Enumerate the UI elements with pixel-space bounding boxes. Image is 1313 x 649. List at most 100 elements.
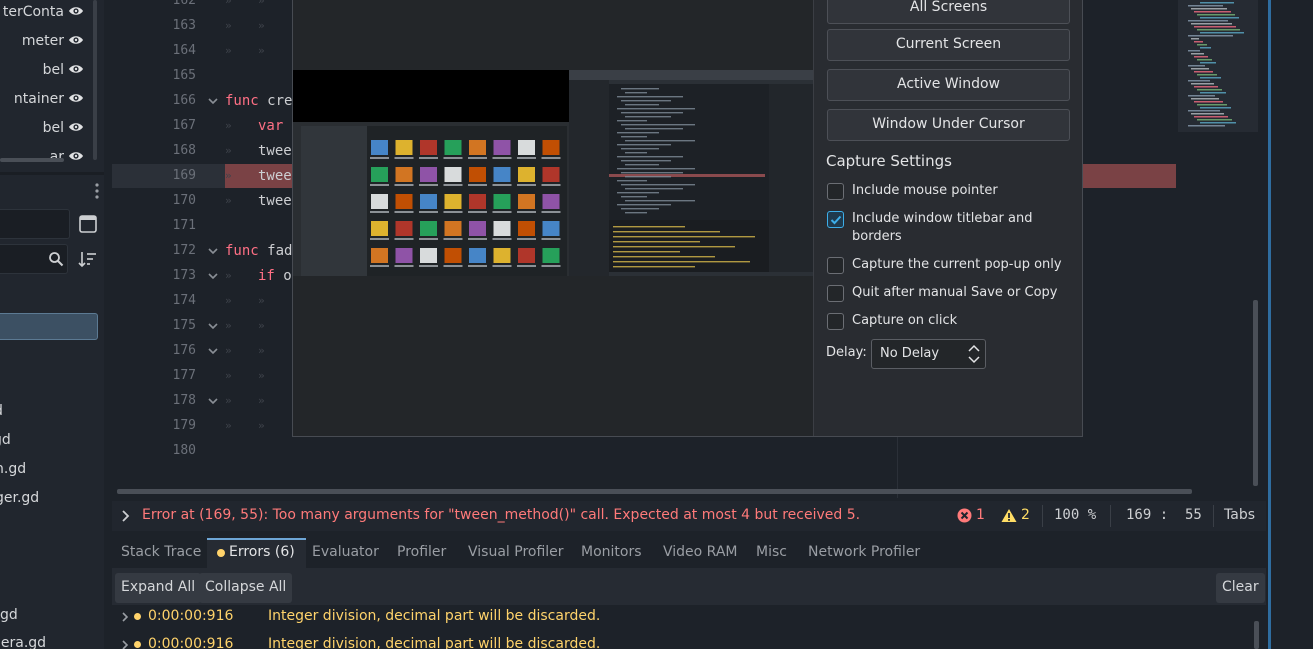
log-row[interactable]: 0:00:00:916 Integer division, decimal pa… — [112, 633, 1252, 649]
file-item[interactable]: nera.gd — [0, 635, 46, 649]
checkbox[interactable] — [827, 285, 844, 302]
scene-tree-node[interactable]: terConta — [0, 0, 92, 26]
file-item[interactable]: n.gd — [0, 461, 26, 477]
file-item[interactable]: gd — [0, 607, 18, 623]
visibility-eye-icon[interactable] — [68, 3, 84, 19]
collapse-all-button[interactable]: Collapse All — [199, 573, 293, 603]
line-number[interactable]: 177 — [112, 368, 196, 383]
zoom-level[interactable]: 100 % — [1054, 507, 1096, 523]
visibility-eye-icon[interactable] — [68, 119, 84, 135]
line-number[interactable]: 180 — [112, 443, 196, 458]
warning-dot-icon — [134, 641, 141, 648]
error-count[interactable]: 1 — [976, 507, 985, 523]
left-dock: terConta meter bel ntainer bel ar d gd n.gd ger.… — [0, 0, 104, 649]
current-screen-button[interactable]: Current Screen — [827, 29, 1070, 61]
sort-icon[interactable] — [78, 250, 98, 268]
line-number[interactable]: 172 — [112, 243, 196, 258]
active-window-button[interactable]: Active Window — [827, 69, 1070, 101]
tab-video-ram[interactable]: Video RAM — [663, 544, 738, 560]
line-number[interactable]: 165 — [112, 68, 196, 83]
error-message[interactable]: Error at (169, 55): Too many arguments f… — [142, 507, 860, 523]
line-number[interactable]: 173 — [112, 268, 196, 283]
all-screens-button[interactable]: All Screens — [827, 0, 1070, 24]
checkbox[interactable] — [827, 257, 844, 274]
log-row[interactable]: 0:00:00:916 Integer division, decimal pa… — [112, 605, 1252, 631]
tab-errors[interactable]: Errors (6) — [229, 544, 295, 560]
screenshot-thumbnail[interactable] — [293, 70, 813, 276]
checkbox[interactable] — [827, 211, 844, 228]
more-options-icon[interactable] — [93, 182, 101, 200]
expand-all-button[interactable]: Expand All — [115, 573, 202, 603]
indent-mode[interactable]: Tabs — [1224, 507, 1255, 523]
delay-spinbox[interactable]: No Delay — [871, 339, 986, 369]
code-rest: cre — [258, 93, 293, 109]
line-number[interactable]: 174 — [112, 293, 196, 308]
fold-chevron-icon[interactable] — [208, 321, 218, 331]
clear-button[interactable]: Clear — [1216, 573, 1265, 603]
line-number[interactable]: 176 — [112, 343, 196, 358]
delay-value: No Delay — [880, 346, 940, 361]
warning-icon[interactable] — [1001, 508, 1017, 523]
scene-tree-node[interactable]: bel — [0, 55, 92, 84]
checkbox[interactable] — [827, 313, 844, 330]
log-vscrollbar[interactable] — [1254, 621, 1259, 649]
fold-chevron-icon[interactable] — [208, 346, 218, 356]
scene-tree-hscrollbar[interactable] — [0, 158, 64, 162]
window-under-cursor-button[interactable]: Window Under Cursor — [827, 109, 1070, 141]
tab-evaluator[interactable]: Evaluator — [312, 544, 379, 560]
error-icon[interactable] — [957, 508, 972, 523]
visibility-eye-icon[interactable] — [68, 32, 84, 48]
line-number[interactable]: 169 — [112, 168, 196, 183]
tab-network-profiler[interactable]: Network Profiler — [808, 544, 920, 560]
node-label: bel — [42, 61, 64, 78]
file-item[interactable]: gd — [0, 432, 11, 448]
line-number[interactable]: 170 — [112, 193, 196, 208]
line-number[interactable]: 163 — [112, 18, 196, 33]
fold-chevron-icon[interactable] — [208, 246, 218, 256]
file-item[interactable]: ger.gd — [0, 490, 39, 506]
line-number[interactable]: 178 — [112, 393, 196, 408]
fold-chevron-icon[interactable] — [208, 96, 218, 106]
toggle-layout-icon[interactable] — [78, 214, 98, 234]
chevron-right-icon[interactable] — [120, 508, 130, 524]
line-number[interactable]: 175 — [112, 318, 196, 333]
scene-tree-node[interactable]: ntainer — [0, 84, 92, 113]
line-number[interactable]: 167 — [112, 118, 196, 133]
editor-hscrollbar[interactable] — [117, 489, 1192, 494]
filesystem-selected-item[interactable] — [0, 313, 98, 340]
capture-preview[interactable] — [293, 0, 813, 436]
line-number[interactable]: 179 — [112, 418, 196, 433]
chevron-right-icon[interactable] — [121, 611, 129, 623]
filesystem-path-field[interactable] — [0, 209, 70, 239]
tab-indicator: » — [258, 344, 265, 357]
line-number[interactable]: 171 — [112, 218, 196, 233]
fold-chevron-icon[interactable] — [208, 396, 218, 406]
line-number[interactable]: 168 — [112, 143, 196, 158]
warning-count[interactable]: 2 — [1021, 507, 1030, 523]
line-number[interactable]: 162 — [112, 0, 196, 8]
chevron-right-icon[interactable] — [121, 639, 129, 649]
scene-tree-node[interactable]: meter — [0, 26, 92, 55]
editor-vscrollbar[interactable] — [1253, 300, 1258, 486]
scene-tree-vscrollbar[interactable] — [93, 0, 97, 160]
line-number[interactable]: 166 — [112, 93, 196, 108]
tab-monitors[interactable]: Monitors — [581, 544, 642, 560]
code-rest: twee — [258, 168, 292, 184]
file-item[interactable]: d — [0, 403, 3, 419]
tab-profiler[interactable]: Profiler — [397, 544, 446, 560]
tab-indicator: » — [225, 194, 232, 207]
scene-tree-node[interactable]: bel — [0, 113, 92, 142]
tab-stack-trace[interactable]: Stack Trace — [121, 544, 201, 560]
visibility-eye-icon[interactable] — [68, 90, 84, 106]
spin-arrows-icon[interactable] — [967, 343, 981, 365]
visibility-eye-icon[interactable] — [68, 61, 84, 77]
tab-misc[interactable]: Misc — [756, 544, 787, 560]
scene-tree-node[interactable]: ar — [0, 142, 92, 171]
code-line[interactable]: 180 — [112, 438, 1178, 463]
fold-chevron-icon[interactable] — [208, 271, 218, 281]
tab-visual-profiler[interactable]: Visual Profiler — [468, 544, 564, 560]
dock-splitter[interactable] — [0, 172, 104, 175]
checkbox[interactable] — [827, 183, 844, 200]
line-number[interactable]: 164 — [112, 43, 196, 58]
visibility-eye-icon[interactable] — [68, 148, 84, 164]
